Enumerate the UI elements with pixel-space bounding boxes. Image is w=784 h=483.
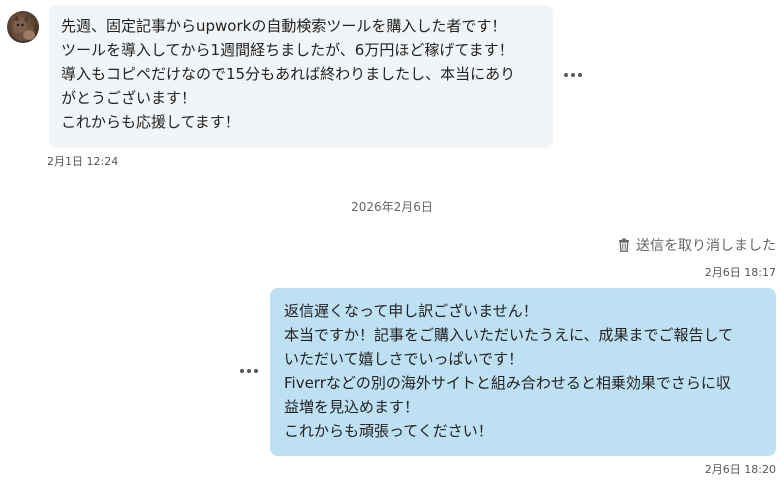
message-line: 返信遅くなって申し訳ございません！ xyxy=(284,302,538,320)
incoming-message-bubble[interactable]: 先週、固定記事からupworkの自動検索ツールを購入した者です！ ツールを導入し… xyxy=(49,5,553,148)
message-line: Fiverrなどの別の海外サイトと組み合わせると相乗効果でさらに収 xyxy=(284,374,731,392)
message-line: 導入もコピペだけなので15分もあれば終わりましたし、本当にあり xyxy=(61,65,516,83)
recalled-label: 送信を取り消しました xyxy=(636,238,776,254)
message-line: 先週、固定記事からupworkの自動検索ツールを購入した者です！ xyxy=(61,17,507,35)
sender-avatar[interactable] xyxy=(7,11,39,43)
recalled-message-notice: 送信を取り消しました xyxy=(618,235,776,255)
message-line: ツールを導入してから1週間経ちましたが、6万円ほど稼げてます！ xyxy=(61,41,514,59)
message-line: これからも頑張ってください！ xyxy=(284,422,493,440)
more-options-icon[interactable] xyxy=(562,68,584,82)
outgoing-timestamp: 2月6日 18:20 xyxy=(704,463,776,476)
message-line: がとうございます！ xyxy=(61,89,197,107)
chat-thread: 先週、固定記事からupworkの自動検索ツールを購入した者です！ ツールを導入し… xyxy=(0,0,784,483)
outgoing-message-bubble[interactable]: 返信遅くなって申し訳ございません！ 本当ですか！記事をご購入いただいたうえに、成… xyxy=(270,288,776,456)
more-options-icon[interactable] xyxy=(238,364,260,378)
avatar-image xyxy=(12,15,35,41)
date-divider: 2026年2月6日 xyxy=(351,200,433,214)
recalled-timestamp: 2月6日 18:17 xyxy=(704,266,776,279)
message-line: これからも応援してます！ xyxy=(61,113,240,131)
trash-icon xyxy=(618,238,630,252)
message-line: 本当ですか！記事をご購入いただいたうえに、成果までご報告して xyxy=(284,326,734,344)
incoming-timestamp: 2月1日 12:24 xyxy=(47,155,119,168)
message-line: 益増を見込めます！ xyxy=(284,398,420,416)
message-line: いただいて嬉しさでいっぱいです！ xyxy=(284,350,524,368)
